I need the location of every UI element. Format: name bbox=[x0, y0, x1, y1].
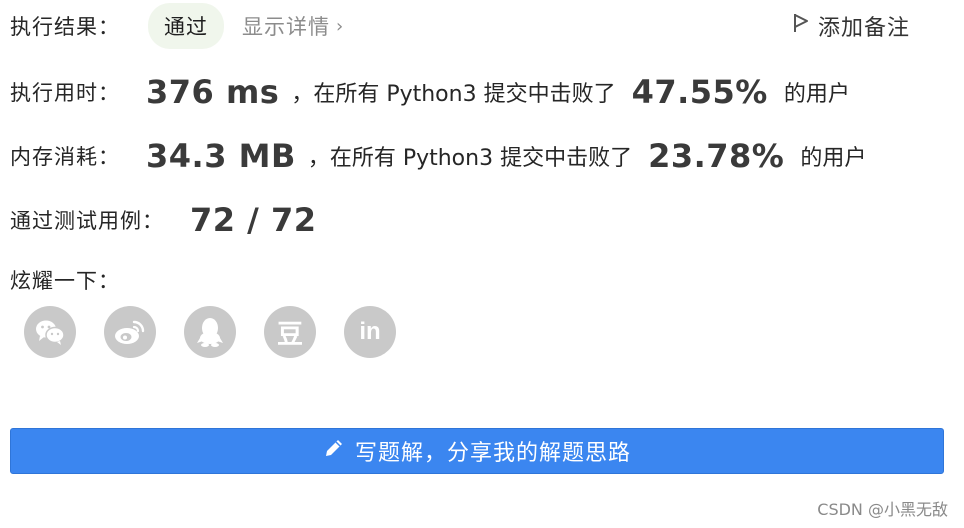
tests-label: 通过测试用例： bbox=[10, 209, 164, 233]
memory-value: 34.3 MB bbox=[146, 137, 296, 175]
qq-icon[interactable] bbox=[184, 306, 236, 358]
tests-value: 72 / 72 bbox=[190, 201, 317, 239]
tests-row: 通过测试用例： 72 / 72 bbox=[10, 198, 317, 242]
show-details-link[interactable]: 显示详情 › bbox=[242, 11, 344, 41]
share-title: 炫耀一下： bbox=[10, 269, 120, 293]
runtime-beat-text: ，在所有 Python3 提交中击败了 bbox=[291, 82, 616, 107]
write-solution-label: 写题解，分享我的解题思路 bbox=[354, 441, 631, 466]
write-solution-button[interactable]: 写题解，分享我的解题思路 bbox=[10, 428, 944, 474]
share-row: 炫耀一下： bbox=[10, 262, 120, 298]
result-label: 执行结果： bbox=[10, 15, 120, 39]
watermark: CSDN @小黑无敌 bbox=[817, 500, 948, 519]
memory-label: 内存消耗： bbox=[10, 145, 120, 169]
runtime-percent: 47.55% bbox=[631, 73, 768, 111]
status-badge: 通过 bbox=[148, 3, 224, 49]
wechat-icon[interactable] bbox=[24, 306, 76, 358]
memory-beat-text: ，在所有 Python3 提交中击败了 bbox=[307, 146, 633, 171]
result-row: 执行结果： 通过 显示详情 › bbox=[10, 3, 344, 49]
linkedin-glyph: in bbox=[359, 318, 381, 345]
add-note-button[interactable]: 添加备注 bbox=[792, 10, 910, 42]
memory-row: 内存消耗： 34.3 MB ，在所有 Python3 提交中击败了 23.78%… bbox=[10, 134, 866, 178]
douban-glyph: 豆 bbox=[276, 319, 303, 350]
runtime-users-text: 的用户 bbox=[783, 82, 850, 107]
runtime-value: 376 ms bbox=[146, 73, 280, 111]
linkedin-icon[interactable]: in bbox=[344, 306, 396, 358]
share-icons: 豆 in bbox=[24, 306, 424, 358]
douban-icon[interactable]: 豆 bbox=[264, 306, 316, 358]
flag-icon bbox=[792, 12, 818, 40]
add-note-label: 添加备注 bbox=[818, 16, 911, 41]
weibo-icon[interactable] bbox=[104, 306, 156, 358]
show-details-label: 显示详情 bbox=[242, 15, 330, 39]
runtime-row: 执行用时： 376 ms ，在所有 Python3 提交中击败了 47.55% … bbox=[10, 70, 850, 114]
memory-percent: 23.78% bbox=[648, 137, 785, 175]
runtime-label: 执行用时： bbox=[10, 81, 120, 105]
pencil-icon bbox=[323, 437, 355, 465]
chevron-right-icon: › bbox=[336, 15, 345, 37]
memory-users-text: 的用户 bbox=[800, 146, 867, 171]
